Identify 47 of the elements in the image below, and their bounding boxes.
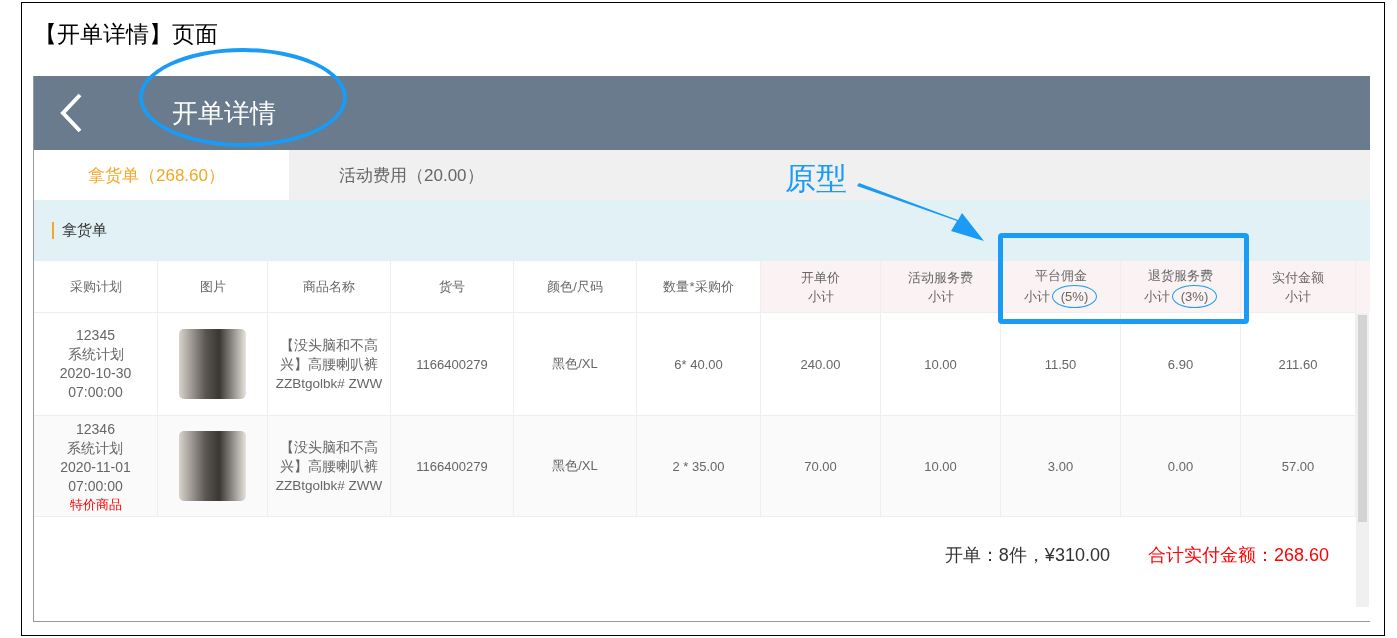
- header-text: 货号: [439, 278, 465, 296]
- table-cell: 黑色/XL: [514, 416, 637, 516]
- table-cell: 2 * 35.00: [637, 416, 761, 516]
- header-text: 小计: [807, 287, 834, 306]
- table-cell: 6.90: [1121, 313, 1241, 415]
- table-cell: 1166400279: [391, 313, 514, 415]
- table-cell: 0.00: [1121, 416, 1241, 516]
- scrollbar-thumb[interactable]: [1358, 315, 1367, 522]
- product-name: 【没头脑和不高 兴】高腰喇叭裤 ZZBtgolbk# ZWW: [275, 438, 383, 495]
- header-text: 实付金额: [1272, 268, 1324, 287]
- header-text: 颜色/尺码: [547, 278, 603, 296]
- annotation-label: 原型: [785, 160, 847, 198]
- total-amount: 合计实付金额：268.60: [1147, 544, 1329, 567]
- document-title: 【开单详情】页面: [33, 21, 219, 49]
- table-cell: 1166400279: [391, 416, 514, 516]
- table-cell: 6* 40.00: [637, 313, 761, 415]
- header-text: 退货服务费: [1148, 266, 1213, 285]
- section-title: 拿货单: [62, 221, 107, 240]
- header-text: 商品名称: [303, 278, 355, 296]
- header-text: 小计: [1023, 287, 1050, 306]
- header-text: 小计: [927, 287, 954, 306]
- header-text: 小计: [1285, 287, 1311, 306]
- header-text: 开单价: [801, 268, 840, 287]
- special-tag: 特价商品: [69, 495, 122, 513]
- table-cell: 黑色/XL: [514, 313, 637, 415]
- order-summary: 开单：8件，¥310.00: [944, 544, 1110, 567]
- photo-placeholder: [179, 431, 246, 501]
- header-text: 采购计划: [69, 278, 122, 296]
- back-icon[interactable]: [58, 92, 84, 134]
- table-cell: 70.00: [761, 416, 881, 516]
- header-text: 图片: [199, 278, 226, 296]
- header-text: 平台佣金: [1034, 266, 1087, 285]
- header-text: 活动服务费: [908, 268, 973, 287]
- table-cell: 11.50: [1001, 313, 1121, 415]
- table-cell: 240.00: [761, 313, 881, 415]
- plan-text: 12346 系统计划 2020-11-01 07:00:00: [60, 419, 131, 496]
- page-title: 开单详情: [172, 97, 276, 128]
- product-name: 【没头脑和不高 兴】高腰喇叭裤 ZZBtgolbk# ZWW: [275, 336, 383, 393]
- photo-placeholder: [179, 329, 246, 399]
- table-cell: 10.00: [881, 416, 1001, 516]
- table-cell: 10.00: [881, 313, 1001, 415]
- header-text: 小计: [1143, 287, 1170, 306]
- tab[interactable]: 活动费用（20.00）: [339, 150, 484, 200]
- accent-bar: [52, 222, 54, 239]
- table-cell: 3.00: [1001, 416, 1121, 516]
- header-text: 数量*采购价: [663, 278, 734, 296]
- plan-text: 12345 系统计划 2020-10-30 07:00:00: [59, 326, 132, 402]
